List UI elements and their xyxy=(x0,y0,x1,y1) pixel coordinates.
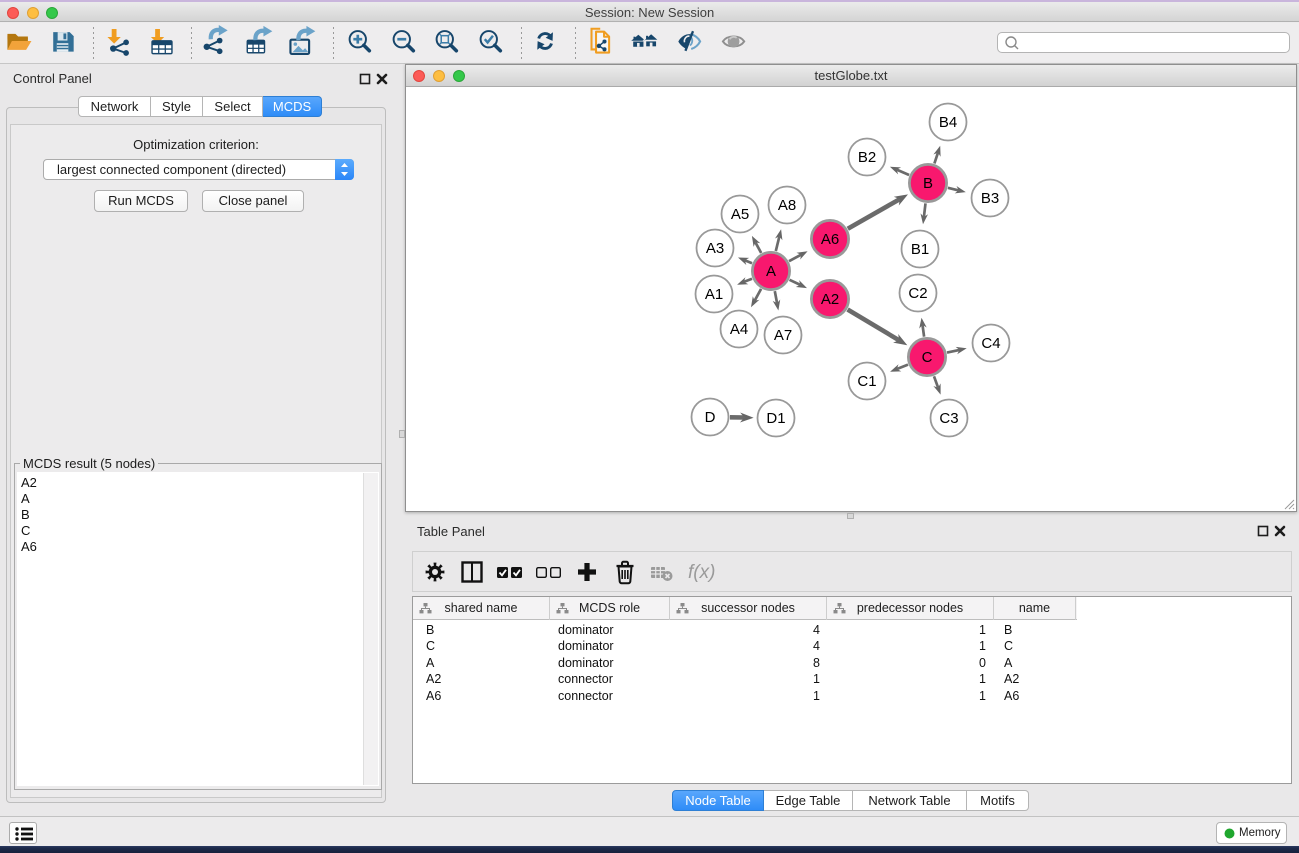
svg-text:C: C xyxy=(922,349,933,366)
svg-text:B4: B4 xyxy=(939,114,957,131)
svg-text:A4: A4 xyxy=(730,321,748,338)
svg-text:C4: C4 xyxy=(981,335,1000,352)
svg-text:C1: C1 xyxy=(857,373,876,390)
svg-text:A5: A5 xyxy=(731,206,749,223)
svg-text:B3: B3 xyxy=(981,190,999,207)
svg-text:D1: D1 xyxy=(766,410,785,427)
svg-text:D: D xyxy=(705,409,716,426)
svg-text:A3: A3 xyxy=(706,240,724,257)
svg-text:B1: B1 xyxy=(911,241,929,258)
svg-text:A: A xyxy=(766,263,776,280)
svg-text:A6: A6 xyxy=(821,231,839,248)
svg-text:f(x): f(x) xyxy=(688,562,715,583)
svg-text:C2: C2 xyxy=(908,285,927,302)
svg-text:A1: A1 xyxy=(705,286,723,303)
svg-text:A8: A8 xyxy=(778,197,796,214)
svg-text:B: B xyxy=(923,175,933,192)
svg-text:C3: C3 xyxy=(939,410,958,427)
svg-text:A7: A7 xyxy=(774,327,792,344)
svg-text:A2: A2 xyxy=(821,291,839,308)
svg-text:B2: B2 xyxy=(858,149,876,166)
